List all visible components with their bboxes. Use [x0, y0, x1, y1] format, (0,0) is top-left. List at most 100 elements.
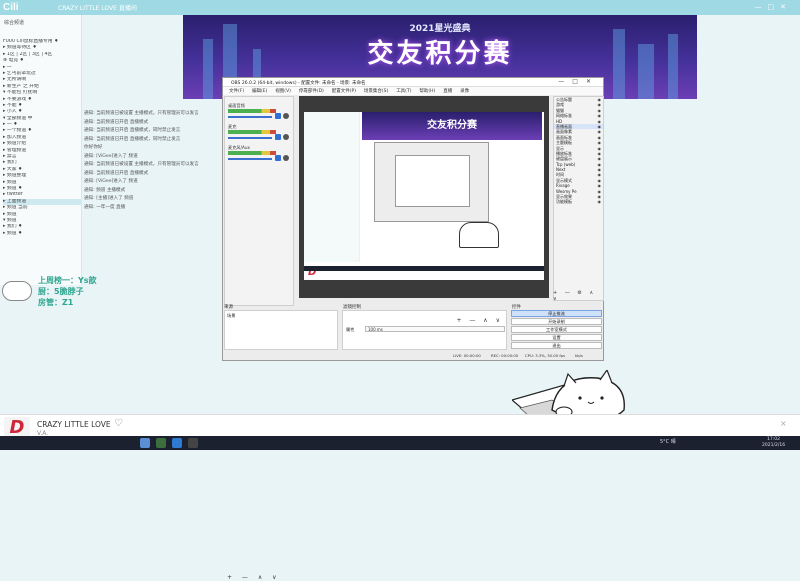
chat-message: 通知: 当前频道已开启 直播模式，同时禁止发言 [84, 128, 181, 133]
scene-item[interactable]: 功能模板 ◉ [554, 199, 603, 204]
filters-panel: + — ∧ ∨ 属性 100 ms [342, 310, 507, 350]
obs-maximize-icon[interactable]: □ [572, 78, 586, 85]
scene-item-label: 公告标题 [556, 97, 572, 102]
studio-mode-button[interactable]: 工作室模式 [511, 326, 602, 333]
chat-message: 通知: 当前频道已开启 直播模式，同时禁止发言 [84, 136, 181, 142]
overlay-chef: 厨：5脆脖子 [38, 287, 84, 296]
preview-sidebar [304, 112, 360, 262]
obs-menubar: 文件(F) 编辑(E) 视图(V) 停靠部件(D) 配置文件(P) 场景集合(S… [223, 87, 603, 95]
app-icon[interactable] [156, 438, 166, 448]
minimize-icon[interactable]: — [755, 3, 768, 11]
heart-icon[interactable]: ♡ [114, 418, 123, 429]
volume-slider[interactable] [228, 137, 272, 139]
menu-profile[interactable]: 配置文件(P) [332, 88, 356, 96]
overlay-top-user: 上周榜一：Ys歆 [38, 276, 97, 285]
menu-scene-collection[interactable]: 场景集合(S) [364, 88, 388, 96]
volume-slider[interactable] [228, 116, 272, 118]
scene-item-label: Tcp (web) [556, 161, 576, 167]
cat-sticker-small [2, 281, 32, 301]
windows-start-icon[interactable] [140, 438, 150, 448]
source-item[interactable]: 场景 [227, 313, 235, 319]
gear-icon[interactable] [283, 134, 289, 140]
obs-title: OBS 26.0.2 (64-bit, windows) - 配置文件: 未命名… [231, 80, 366, 86]
banner-title: 交友积分赛 [367, 39, 513, 69]
scene-item-label: Next [556, 167, 566, 173]
window-title: CRAZY LITTLE LOVE 直播间 [58, 5, 137, 12]
chat-message: 通知: 当前频道已开启 直播模式 [84, 170, 149, 176]
scene-item-label: 游戏 [556, 102, 564, 108]
obs-statusbar: LIVE: 00:00:00 REC: 00:00:00 CPU: 3.3%, … [223, 351, 603, 360]
audio-mixer: 桌面音频 麦克 麦克风/Aux [224, 96, 294, 306]
gear-icon[interactable] [283, 113, 289, 119]
app-logo: Cili [3, 2, 19, 13]
chat-message: 你好你好 [84, 145, 103, 150]
gear-icon[interactable] [283, 155, 289, 161]
obs-window: OBS 26.0.2 (64-bit, windows) - 配置文件: 未命名… [222, 77, 604, 581]
chat-message: 通知: [ViGee]进入了 频道 [84, 179, 138, 184]
menu-help[interactable]: 帮助(H) [419, 88, 435, 96]
scene-item-label: Rivage [556, 183, 570, 189]
filter-field-label: 属性 [346, 327, 355, 332]
obs-close-icon[interactable]: ✕ [586, 78, 599, 85]
preview-cat-sticker [459, 222, 499, 248]
close-icon[interactable]: ✕ [780, 3, 792, 11]
settings-button[interactable]: 设置 [511, 334, 602, 341]
live-time: LIVE: 00:00:00 [453, 353, 481, 358]
chat-message: 通知: 当前频道已被设置 主播模式，只有管理员可以发言 [84, 162, 199, 167]
menu-record[interactable]: 录像 [460, 88, 469, 96]
menu-stream[interactable]: 直播 [443, 88, 452, 96]
chat-message: 通知: 当前频道已被设置 主播模式，只有管理员可以发言 [84, 111, 199, 116]
menu-edit[interactable]: 编辑(E) [252, 88, 267, 96]
speaker-icon[interactable] [275, 134, 281, 140]
maximize-icon[interactable]: □ [768, 3, 781, 11]
chat-message: 通知: 一年一度 直播 [84, 204, 126, 210]
menu-tools[interactable]: 工具(T) [396, 88, 411, 96]
obs-preview[interactable]: 交友积分赛 D [299, 96, 549, 298]
preview-banner: 交友积分赛 [362, 112, 542, 140]
stop-streaming-button[interactable]: 停止推流 [511, 310, 602, 317]
menu-docks[interactable]: 停靠部件(D) [299, 88, 324, 96]
speaker-icon[interactable] [275, 155, 281, 161]
volume-slider[interactable] [228, 158, 272, 160]
eye-icon[interactable]: ◉ [598, 199, 602, 204]
scene-item-label: 画面像素 [556, 129, 572, 135]
window-controls[interactable]: —□✕ [755, 3, 793, 11]
scene-item-label: 画面标准 [556, 134, 572, 140]
speaker-icon[interactable] [275, 113, 281, 119]
scene-item-label: 时间 [556, 172, 564, 178]
chat-log: 通知: 当前频道已被设置 主播模式，只有管理员可以发言 通知: 当前频道已开启 直… [84, 110, 229, 212]
sources-panel: 场景 + — ∧ ∨ [224, 310, 338, 581]
bitrate: kb/s [575, 353, 583, 358]
channel-tree-item[interactable]: ▸ 频道 ♦ [3, 231, 81, 237]
taskbar-clock[interactable]: 17:02 2021/2/16 [762, 437, 785, 448]
start-recording-button[interactable]: 开始录制 [511, 318, 602, 325]
overlay-room-admin: 房管：Z1 [38, 298, 74, 307]
scene-item-label: 播放标准 [556, 150, 572, 156]
filter-buttons[interactable]: + — ∧ ∨ [456, 317, 503, 324]
scene-item-label: 显示 [556, 145, 564, 151]
preview-nested-preview [395, 155, 470, 207]
scene-toolbar[interactable]: + — ⚙ ∧ ∨ [553, 290, 603, 302]
obs-window-controls[interactable]: —□✕ [558, 78, 599, 85]
exit-button[interactable]: 退出 [511, 342, 602, 349]
ranking-overlay: 上周榜一：Ys歆 厨：5脆脖子 房管：Z1 [38, 275, 97, 308]
obs-taskbar-icon[interactable] [188, 438, 198, 448]
rec-time: REC: 00:00:00 [491, 353, 519, 358]
menu-view[interactable]: 视图(V) [275, 88, 291, 96]
song-title: CRAZY LITTLE LOVE [37, 420, 111, 429]
sources-toolbar[interactable]: + — ∧ ∨ [227, 574, 281, 581]
app-icon[interactable] [172, 438, 182, 448]
menu-file[interactable]: 文件(F) [229, 88, 244, 96]
player-close-icon[interactable]: × [780, 419, 787, 428]
scene-item-label: HD [556, 118, 563, 124]
chat-message: 通知: 频道 主播模式 [84, 187, 126, 193]
obs-titlebar: OBS 26.0.2 (64-bit, windows) - 配置文件: 未命名… [223, 78, 603, 87]
filter-value-input[interactable]: 100 ms [365, 326, 505, 332]
channel-sidebar: 综合频道 F000 Cili鼠标直播专用 ♦ ▸ 频道等待区 ♦ ▸ 1区 | 2区… [0, 15, 82, 285]
obs-minimize-icon[interactable]: — [558, 78, 572, 85]
volume-meter [228, 151, 276, 155]
preview-canvas: 交友积分赛 D [304, 112, 544, 280]
weather-tray[interactable]: 5°C 晴 [660, 438, 676, 445]
scene-list: 公告标题 ◉ 游戏 ◉ 猫猫 ◉ 网络标准 ◉ HD ◉ 直播画面 ◉ 画面像素 ◉ 画面标准 ◉ 主题模板 ◉ 显… [553, 96, 604, 301]
preview-nested-obs [374, 142, 489, 222]
